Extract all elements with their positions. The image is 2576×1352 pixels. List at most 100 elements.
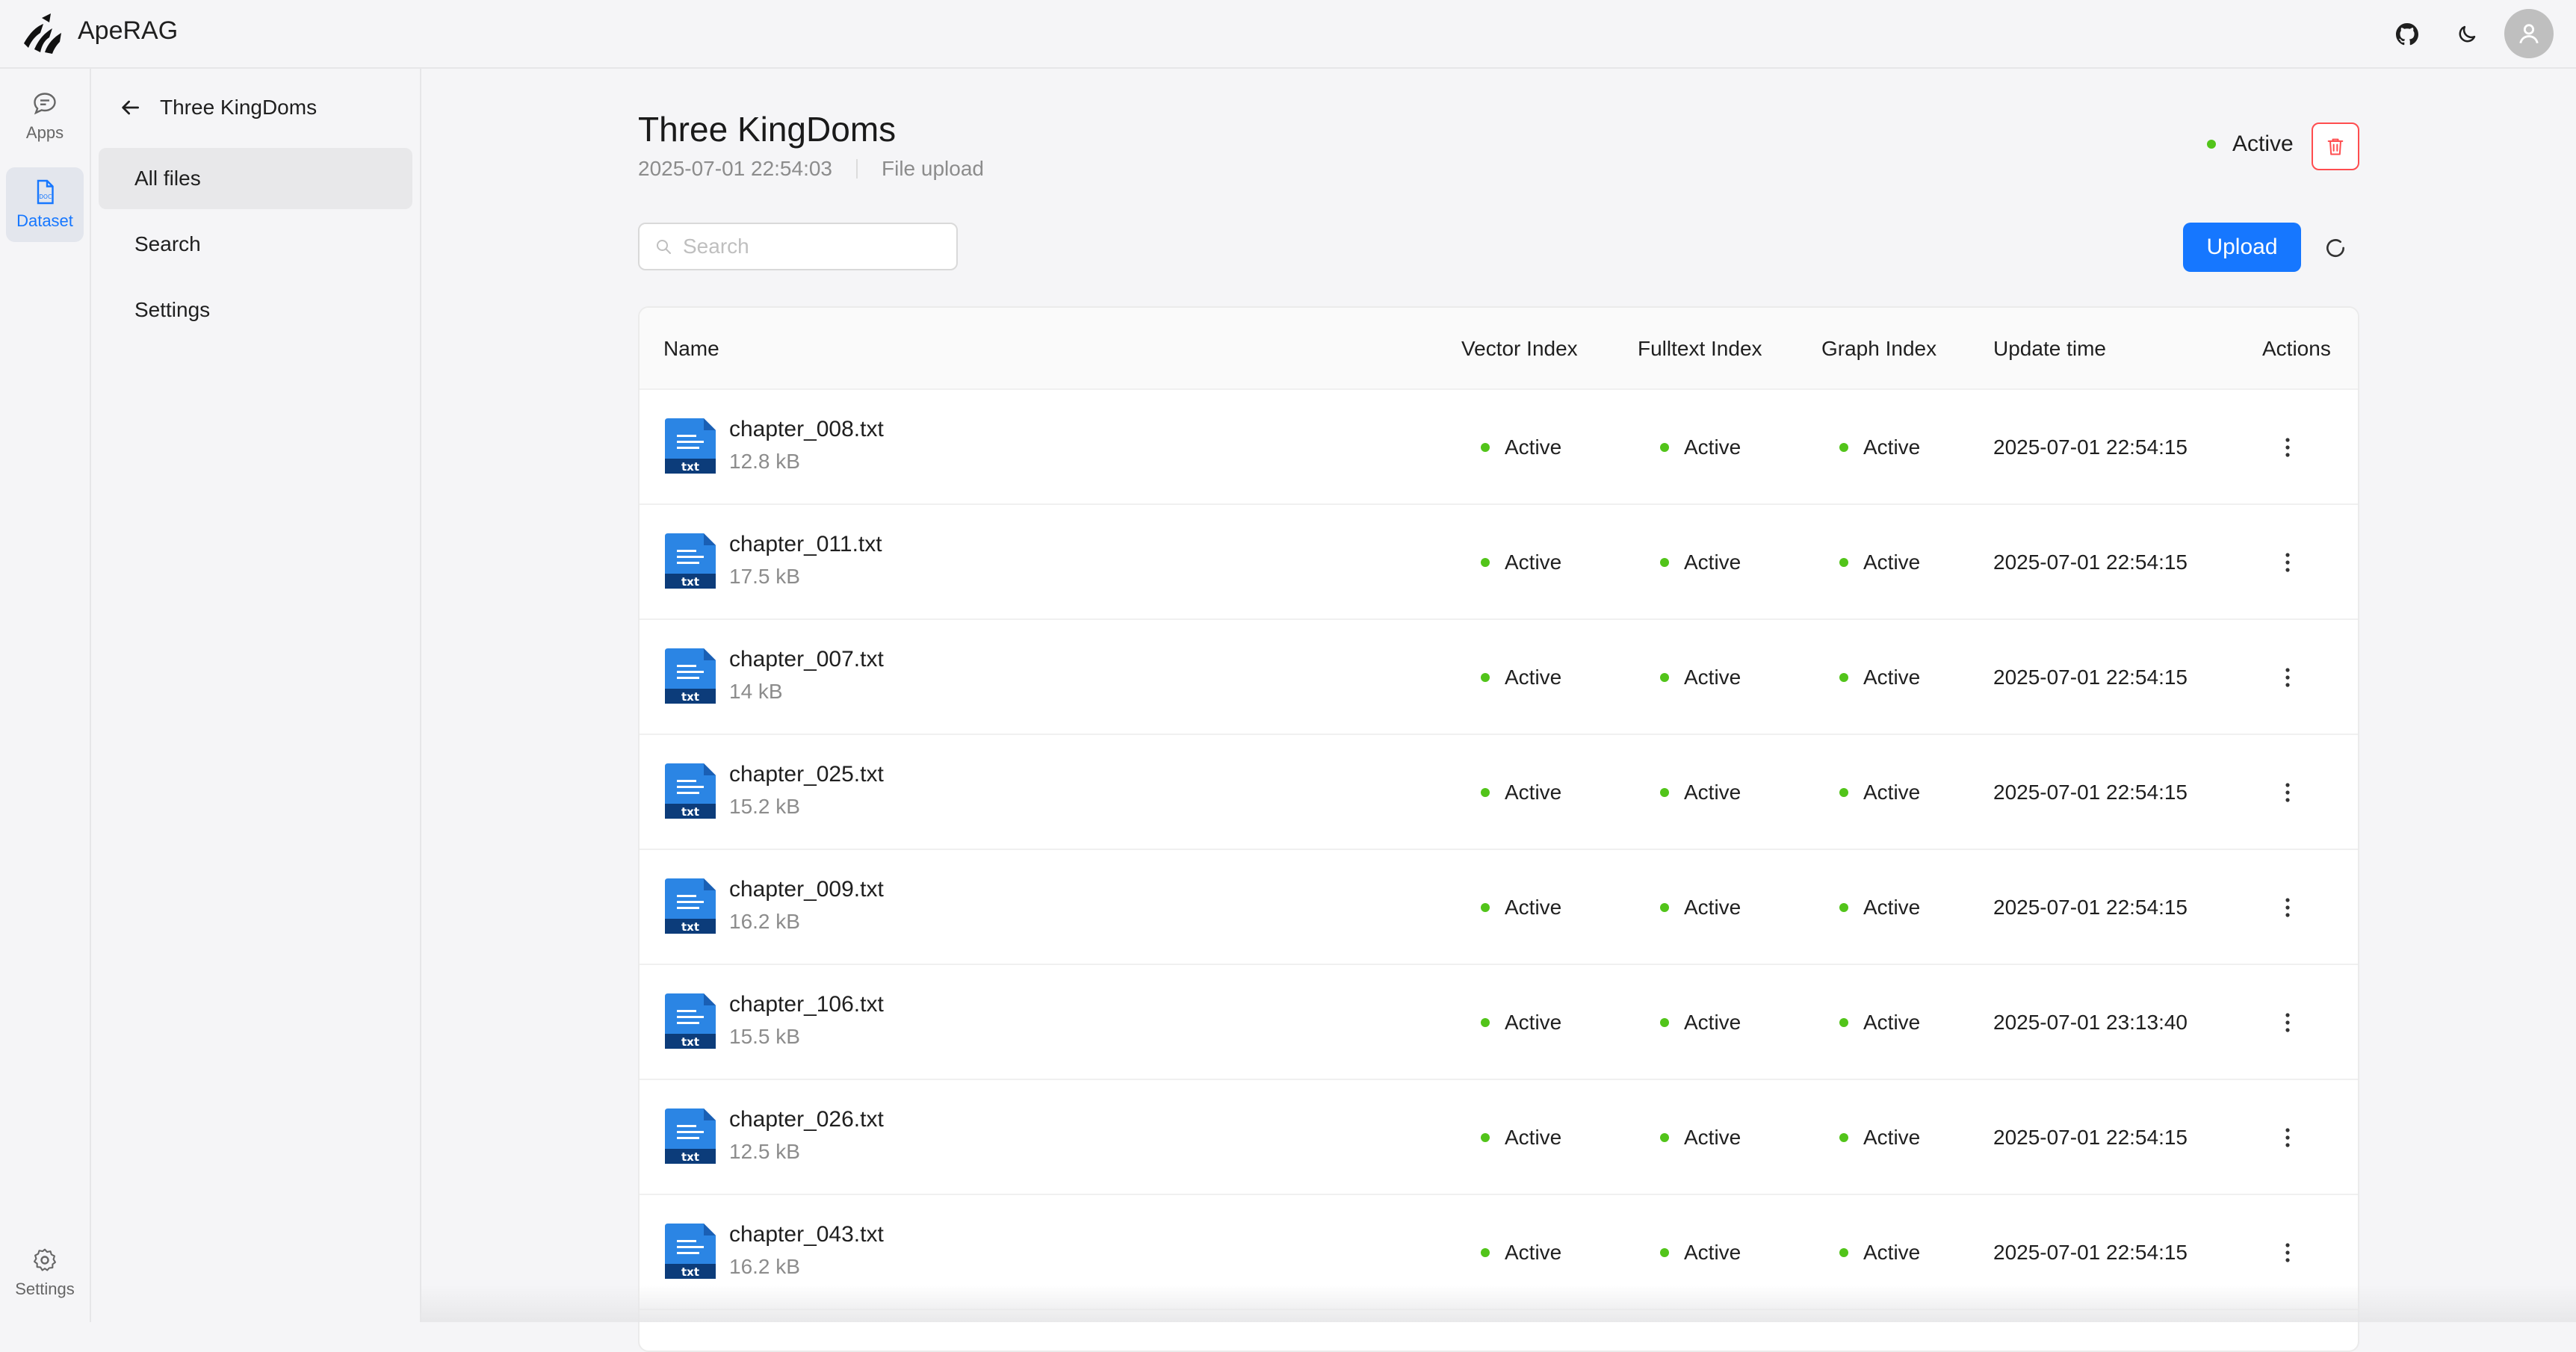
user-avatar[interactable] [2504,9,2554,58]
table-row[interactable]: txt chapter_008.txt 12.8 kB Active Active Act… [640,390,2358,505]
graph-index-status: Active [1839,735,1920,850]
subnav-item-all-files[interactable]: All files [99,148,412,209]
back-arrow-icon[interactable] [118,96,142,120]
gear-icon [34,1248,56,1271]
fulltext-index-status-text: Active [1684,1241,1741,1264]
status-dot [1660,1133,1669,1142]
file-name[interactable]: chapter_009.txt [729,877,884,902]
file-name[interactable]: chapter_008.txt [729,417,884,442]
status-dot [1481,673,1490,682]
file-name[interactable]: chapter_007.txt [729,647,884,672]
file-type-label: txt [681,575,699,589]
vector-index-status: Active [1481,620,1561,735]
search-input[interactable] [681,234,938,259]
subnav-item-search[interactable]: Search [99,214,412,275]
fulltext-index-status-text: Active [1684,1011,1741,1034]
file-name[interactable]: chapter_025.txt [729,762,884,787]
status-dot [1839,558,1848,567]
column-header-graph-index[interactable]: Graph Index [1821,308,1936,390]
file-size: 16.2 kB [729,1255,800,1278]
column-header-update-time[interactable]: Update time [1993,308,2106,390]
left-rail: Apps DOC Dataset Settings [0,69,91,1322]
txt-file-icon: txt [665,533,716,589]
file-name[interactable]: chapter_043.txt [729,1222,884,1247]
top-bar: ApeRAG [0,0,2576,69]
status-dot [1660,673,1669,682]
table-row[interactable]: txt chapter_011.txt 17.5 kB Active Active Act… [640,505,2358,620]
column-header-fulltext-index[interactable]: Fulltext Index [1638,308,1762,390]
status-dot [1660,1018,1669,1027]
more-actions-button[interactable] [2273,1002,2303,1043]
more-vertical-icon [2285,783,2290,802]
status-dot [1481,788,1490,797]
txt-file-icon: txt [665,1224,716,1279]
graph-index-status-text: Active [1863,1126,1921,1149]
status-dot [1660,788,1669,797]
more-actions-button[interactable] [2273,887,2303,928]
vector-index-status-text: Active [1505,551,1562,574]
dark-mode-moon-icon[interactable] [2447,15,2486,54]
more-actions-button[interactable] [2273,542,2303,583]
bottom-shadow [421,1285,2576,1322]
column-header-actions: Actions [2262,337,2331,360]
more-vertical-icon [2285,898,2290,917]
vector-index-status: Active [1481,1080,1561,1195]
table-row[interactable]: txt chapter_007.txt 14 kB Active Active Activ… [640,620,2358,735]
graph-index-status-text: Active [1863,1241,1921,1264]
fulltext-index-status: Active [1660,1080,1741,1195]
vector-index-status-text: Active [1505,1126,1562,1149]
more-vertical-icon [2285,1128,2290,1147]
more-actions-button[interactable] [2273,427,2303,468]
more-actions-button[interactable] [2273,772,2303,813]
rail-item-dataset[interactable]: DOC Dataset [6,167,84,242]
files-table: Name Vector Index Fulltext Index Graph I… [638,306,2359,1352]
rail-item-apps[interactable]: Apps [6,79,84,154]
table-row[interactable]: txt chapter_026.txt 12.5 kB Active Active Act… [640,1080,2358,1195]
trash-icon [2327,138,2344,155]
file-name[interactable]: chapter_106.txt [729,992,884,1017]
upload-button[interactable]: Upload [2183,223,2301,272]
status-dot [1481,558,1490,567]
txt-file-icon: txt [665,763,716,819]
subnav-header: Three KingDoms [118,90,317,125]
fulltext-index-status-text: Active [1684,435,1741,459]
file-name[interactable]: chapter_011.txt [729,532,882,557]
file-name[interactable]: chapter_026.txt [729,1107,884,1132]
table-row[interactable]: txt chapter_025.txt 15.2 kB Active Active Act… [640,735,2358,850]
fulltext-index-status-text: Active [1684,666,1741,689]
column-header-vector-index[interactable]: Vector Index [1461,308,1578,390]
vector-index-status: Active [1481,505,1561,620]
user-icon [2519,24,2539,44]
rail-item-settings[interactable]: Settings [6,1235,84,1310]
more-actions-button[interactable] [2273,1117,2303,1158]
file-type-label: txt [681,920,699,934]
dataset-status-badge: Active [2207,131,2294,157]
update-time: 2025-07-01 22:54:15 [1993,551,2188,574]
more-vertical-icon [2285,553,2290,572]
delete-dataset-button[interactable] [2312,123,2359,170]
status-dot [1839,443,1848,452]
vector-index-status: Active [1481,850,1561,965]
github-icon[interactable] [2388,15,2427,54]
file-size: 15.2 kB [729,795,800,818]
status-dot [1481,1018,1490,1027]
status-dot [1839,788,1848,797]
document-icon: DOC [37,179,54,205]
chat-bubble-icon [34,93,56,115]
aperag-logo-icon[interactable] [21,10,67,57]
more-actions-button[interactable] [2273,657,2303,698]
column-header-name[interactable]: Name [663,308,719,390]
txt-file-icon: txt [665,1108,716,1164]
graph-index-status: Active [1839,850,1920,965]
meta-divider [856,159,858,179]
search-box[interactable] [638,223,958,270]
subnav-item-settings[interactable]: Settings [99,279,412,341]
graph-index-status: Active [1839,390,1920,505]
refresh-icon[interactable] [2320,233,2350,263]
table-row[interactable]: txt chapter_106.txt 15.5 kB Active Active Act… [640,965,2358,1080]
table-row[interactable]: txt chapter_009.txt 16.2 kB Active Active Act… [640,850,2358,965]
status-dot [1660,1248,1669,1257]
file-type-label: txt [681,1150,699,1164]
graph-index-status-text: Active [1863,666,1921,689]
more-actions-button[interactable] [2273,1232,2303,1273]
